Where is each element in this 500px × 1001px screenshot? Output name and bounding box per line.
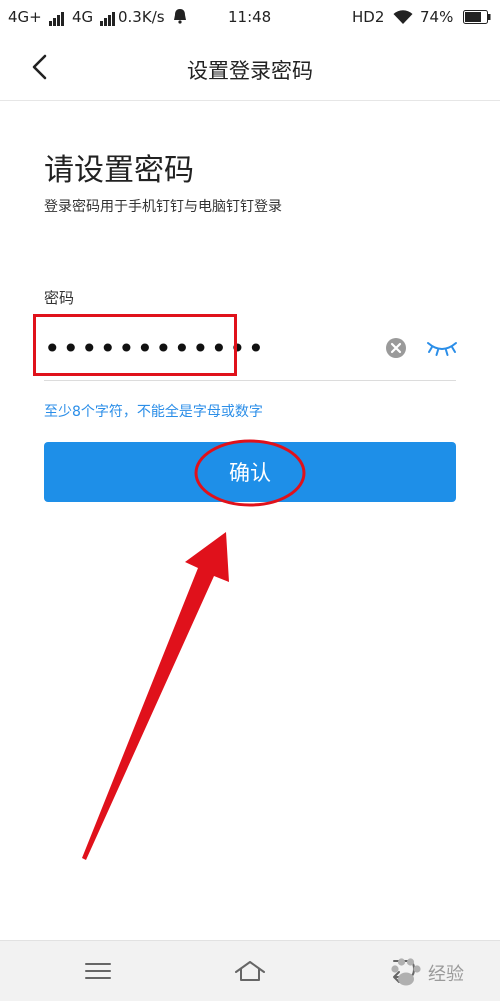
network-label-1: 4G+ [8,8,42,26]
eye-closed-icon[interactable] [426,340,458,358]
back-nav-icon[interactable] [384,955,420,987]
hd-indicator: HD2 [352,8,385,26]
clock: 11:48 [228,8,272,26]
clear-icon[interactable] [385,337,407,359]
status-bar: 4G+ 4G 0.3K/s 11:48 HD2 74% [0,0,500,36]
signal-icon [99,8,116,26]
page-title: 请设置密码 [44,153,194,188]
home-icon[interactable] [232,955,268,987]
network-indicator-2: 4G [72,8,116,26]
password-input[interactable] [44,328,344,368]
menu-icon[interactable] [80,955,116,987]
header-bar: 设置登录密码 [0,36,500,101]
password-hint: 至少8个字符，不能全是字母或数字 [44,404,263,420]
battery-level: 74% [420,8,454,26]
password-field-row [44,318,458,381]
network-speed: 0.3K/s [118,8,165,26]
page-subtitle: 登录密码用于手机钉钉与电脑钉钉登录 [44,199,282,215]
signal-icon [48,8,65,26]
battery-icon [463,10,491,28]
network-indicator-1: 4G+ [8,8,65,26]
header-title: 设置登录密码 [187,59,313,83]
notification-icon [173,8,187,28]
wifi-icon [393,9,413,29]
password-label: 密码 [44,289,75,307]
system-nav-bar [0,940,500,1001]
network-label-2: 4G [72,8,94,26]
confirm-button[interactable]: 确认 [44,442,456,502]
